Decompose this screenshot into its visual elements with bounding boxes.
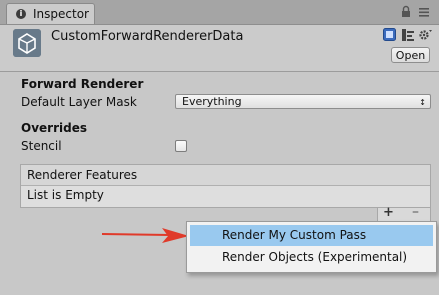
tab-inspector[interactable]: i Inspector	[6, 3, 95, 24]
asset-title: CustomForwardRendererData	[51, 29, 244, 44]
list-footer: + –	[377, 204, 431, 222]
list-header-label: Renderer Features	[27, 168, 138, 182]
stencil-label: Stencil	[21, 139, 62, 153]
red-arrow-annotation	[101, 228, 189, 243]
section-title-forward-renderer: Forward Renderer	[21, 77, 144, 91]
renderer-features-list: Renderer Features List is Empty	[20, 164, 431, 208]
tab-strip: i Inspector	[0, 0, 439, 25]
dropdown-value: Everything	[182, 95, 242, 108]
menu-item-render-my-custom-pass[interactable]: Render My Custom Pass	[190, 225, 433, 246]
updown-arrow-icon: ↕	[419, 98, 426, 107]
tab-menu-icon[interactable]	[417, 5, 431, 19]
default-layer-mask-dropdown[interactable]: Everything ↕	[175, 94, 431, 109]
inspector-header: CustomForwardRendererData Open	[0, 25, 439, 72]
lock-icon[interactable]	[399, 5, 413, 19]
menu-item-label: Render Objects (Experimental)	[222, 250, 408, 264]
default-layer-mask-label: Default Layer Mask	[21, 95, 137, 109]
add-feature-button[interactable]: +	[383, 205, 394, 220]
help-icon[interactable]	[383, 28, 396, 41]
preset-icon[interactable]	[401, 28, 415, 42]
menu-item-render-objects[interactable]: Render Objects (Experimental)	[190, 247, 433, 268]
list-empty-text: List is Empty	[27, 188, 104, 202]
unity-asset-icon	[13, 29, 41, 57]
section-title-overrides: Overrides	[21, 121, 87, 135]
remove-feature-button[interactable]: –	[412, 204, 419, 220]
add-feature-context-menu: Render My Custom Pass Render Objects (Ex…	[186, 221, 437, 273]
menu-item-label: Render My Custom Pass	[222, 228, 367, 242]
tab-label: Inspector	[33, 7, 89, 21]
stencil-checkbox[interactable]	[175, 140, 187, 152]
info-icon: i	[16, 9, 26, 19]
open-button[interactable]: Open	[391, 47, 430, 63]
list-header: Renderer Features	[21, 165, 430, 186]
list-body: List is Empty	[21, 186, 430, 207]
gear-icon[interactable]	[418, 27, 433, 42]
